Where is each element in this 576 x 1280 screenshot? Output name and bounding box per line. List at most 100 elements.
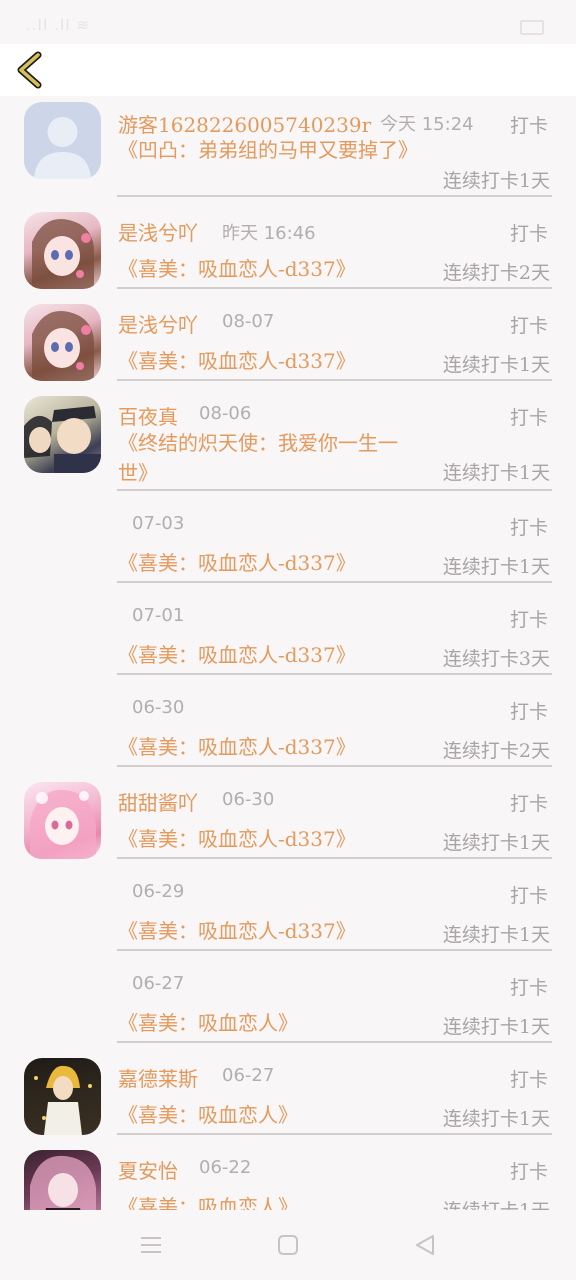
user-name[interactable]: 百夜真 bbox=[118, 401, 178, 430]
checkin-date: 06-30 bbox=[132, 697, 185, 718]
checkin-label: 打卡 bbox=[509, 407, 548, 429]
anime-girl-icon bbox=[32, 310, 94, 381]
book-title[interactable]: 《喜美：吸血恋人》 bbox=[118, 1100, 418, 1130]
list-item[interactable]: 游客1628226005740239r 今天 15:24 打卡 《凹凸：弟弟组的… bbox=[0, 98, 576, 198]
menu-icon bbox=[141, 1237, 161, 1253]
checkin-label: 打卡 bbox=[509, 609, 548, 631]
back-button[interactable] bbox=[12, 50, 52, 90]
divider bbox=[117, 1041, 552, 1043]
book-title[interactable]: 《喜美：吸血恋人》 bbox=[118, 1192, 418, 1210]
user-name[interactable]: 甜甜酱吖 bbox=[118, 787, 198, 816]
list-item[interactable]: 是浅兮吖 昨天 16:46 打卡 《喜美：吸血恋人-d337》 连续打卡2天 bbox=[0, 198, 576, 290]
book-title[interactable]: 《喜美：吸血恋人》 bbox=[118, 1008, 418, 1038]
checkin-label: 打卡 bbox=[509, 1069, 548, 1091]
user-name[interactable]: 游客1628226005740239r bbox=[118, 109, 371, 138]
list-item[interactable]: 夏安怡 06-22 打卡 《喜美：吸血恋人》 连续打卡1天 bbox=[0, 1136, 576, 1210]
signal-icons: ..II .II ≋ bbox=[26, 16, 91, 34]
avatar[interactable] bbox=[24, 102, 101, 179]
list-item[interactable]: 百夜真 08-06 打卡 《终结的炽天使：我爱你一生一世》 连续打卡1天 bbox=[0, 382, 576, 492]
streak-text: 连续打卡1天 bbox=[443, 1196, 550, 1210]
home-square-icon bbox=[278, 1235, 298, 1255]
streak-text: 连续打卡2天 bbox=[442, 740, 550, 762]
book-title[interactable]: 《喜美：吸血恋人-d337》 bbox=[118, 732, 418, 762]
checkin-date: 昨天 16:46 bbox=[222, 223, 316, 244]
divider bbox=[117, 949, 552, 951]
avatar[interactable] bbox=[24, 212, 101, 289]
list-item[interactable]: 06-29 打卡 《喜美：吸血恋人-d337》 连续打卡1天 bbox=[0, 860, 576, 952]
avatar[interactable] bbox=[24, 1150, 101, 1210]
back-triangle-icon bbox=[416, 1235, 434, 1255]
system-nav-bar bbox=[0, 1210, 576, 1280]
book-title[interactable]: 《喜美：吸血恋人-d337》 bbox=[118, 254, 418, 284]
divider bbox=[117, 1133, 552, 1135]
header-bar bbox=[0, 44, 576, 96]
anime-boys-icon bbox=[24, 406, 101, 473]
streak-text: 连续打卡1天 bbox=[442, 354, 550, 376]
list-item[interactable]: 是浅兮吖 08-07 打卡 《喜美：吸血恋人-d337》 连续打卡1天 bbox=[0, 290, 576, 382]
streak-text: 连续打卡3天 bbox=[442, 648, 550, 670]
checkin-label: 打卡 bbox=[509, 977, 548, 999]
home-button[interactable] bbox=[273, 1230, 303, 1260]
list-item[interactable]: 06-27 打卡 《喜美：吸血恋人》 连续打卡1天 bbox=[0, 952, 576, 1044]
checkin-label: 打卡 bbox=[509, 223, 548, 245]
divider bbox=[117, 195, 552, 197]
list-item[interactable]: 嘉德莱斯 06-27 打卡 《喜美：吸血恋人》 连续打卡1天 bbox=[0, 1044, 576, 1136]
checkin-label: 打卡 bbox=[509, 115, 548, 137]
menu-button[interactable] bbox=[136, 1230, 166, 1260]
book-title[interactable]: 《终结的炽天使：我爱你一生一世》 bbox=[118, 428, 418, 488]
divider bbox=[117, 379, 552, 381]
anime-girl-icon bbox=[30, 789, 96, 859]
checkin-list[interactable]: 游客1628226005740239r 今天 15:24 打卡 《凹凸：弟弟组的… bbox=[0, 98, 576, 1210]
list-item[interactable]: 07-03 打卡 《喜美：吸血恋人-d337》 连续打卡1天 bbox=[0, 492, 576, 584]
list-item[interactable]: 06-30 打卡 《喜美：吸血恋人-d337》 连续打卡2天 bbox=[0, 676, 576, 768]
list-item[interactable]: 甜甜酱吖 06-30 打卡 《喜美：吸血恋人-d337》 连续打卡1天 bbox=[0, 768, 576, 860]
checkin-label: 打卡 bbox=[509, 793, 548, 815]
checkin-date: 06-29 bbox=[132, 881, 185, 902]
checkin-date: 今天 15:24 bbox=[380, 114, 474, 135]
streak-text: 连续打卡1天 bbox=[442, 170, 550, 192]
streak-text: 连续打卡1天 bbox=[442, 832, 550, 854]
streak-text: 连续打卡1天 bbox=[442, 1016, 550, 1038]
streak-text: 连续打卡1天 bbox=[442, 924, 550, 946]
user-name[interactable]: 嘉德莱斯 bbox=[118, 1063, 198, 1092]
user-name[interactable]: 是浅兮吖 bbox=[118, 309, 198, 338]
divider bbox=[117, 765, 552, 767]
back-nav-button[interactable] bbox=[410, 1230, 440, 1260]
streak-text: 连续打卡1天 bbox=[442, 462, 550, 484]
streak-text: 连续打卡1天 bbox=[442, 1108, 550, 1130]
streak-text: 连续打卡1天 bbox=[442, 556, 550, 578]
book-title[interactable]: 《喜美：吸血恋人-d337》 bbox=[118, 916, 418, 946]
book-title[interactable]: 《喜美：吸血恋人-d337》 bbox=[118, 346, 418, 376]
avatar[interactable] bbox=[24, 304, 101, 381]
avatar[interactable] bbox=[24, 1058, 101, 1135]
book-title[interactable]: 《喜美：吸血恋人-d337》 bbox=[118, 640, 418, 670]
avatar[interactable] bbox=[24, 396, 101, 473]
book-title[interactable]: 《喜美：吸血恋人-d337》 bbox=[118, 548, 418, 578]
battery-icon bbox=[520, 20, 544, 35]
default-user-icon bbox=[34, 117, 91, 179]
checkin-date: 07-01 bbox=[132, 605, 185, 626]
anime-girl-icon bbox=[34, 1065, 92, 1135]
anime-girl-icon bbox=[30, 1155, 96, 1210]
list-item[interactable]: 07-01 打卡 《喜美：吸血恋人-d337》 连续打卡3天 bbox=[0, 584, 576, 676]
checkin-label: 打卡 bbox=[509, 517, 548, 539]
divider bbox=[117, 489, 552, 491]
checkin-label: 打卡 bbox=[509, 885, 548, 907]
checkin-date: 06-22 bbox=[199, 1157, 252, 1178]
checkin-date: 06-30 bbox=[222, 789, 275, 810]
anime-girl-icon bbox=[32, 218, 94, 289]
user-name[interactable]: 夏安怡 bbox=[118, 1155, 178, 1184]
checkin-date: 06-27 bbox=[222, 1065, 275, 1086]
checkin-label: 打卡 bbox=[509, 315, 548, 337]
checkin-date: 06-27 bbox=[132, 973, 185, 994]
streak-text: 连续打卡2天 bbox=[442, 262, 550, 284]
book-title[interactable]: 《凹凸：弟弟组的马甲又要掉了》 bbox=[118, 135, 418, 165]
checkin-date: 08-06 bbox=[199, 403, 252, 424]
divider bbox=[117, 287, 552, 289]
divider bbox=[117, 673, 552, 675]
avatar[interactable] bbox=[24, 782, 101, 859]
user-name[interactable]: 是浅兮吖 bbox=[118, 217, 198, 246]
checkin-date: 07-03 bbox=[132, 513, 185, 534]
divider bbox=[117, 581, 552, 583]
book-title[interactable]: 《喜美：吸血恋人-d337》 bbox=[118, 824, 418, 854]
